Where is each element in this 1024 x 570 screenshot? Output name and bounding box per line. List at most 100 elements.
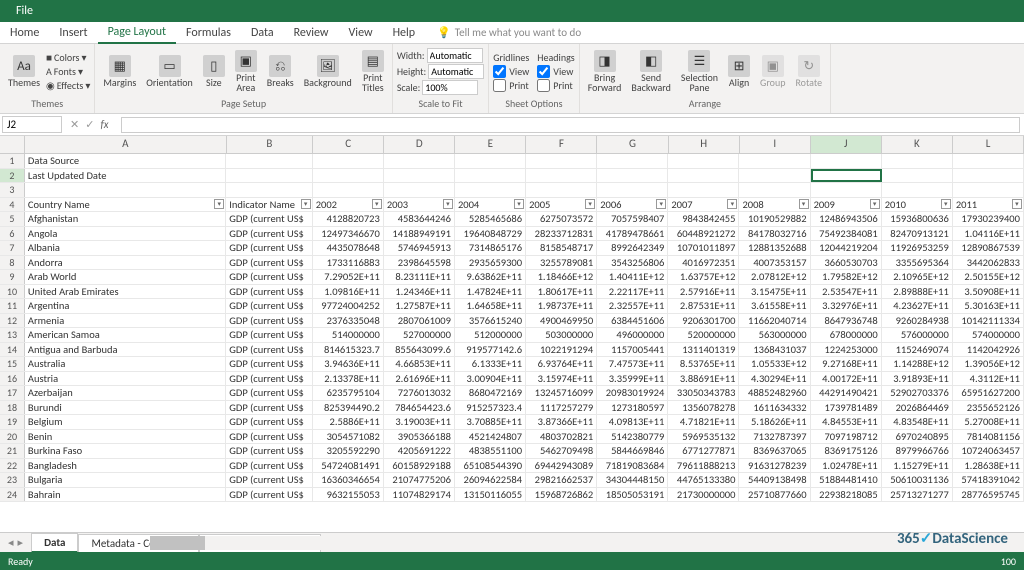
themes-button[interactable]: Aa Themes: [4, 53, 44, 90]
cell[interactable]: 19640848729: [455, 227, 526, 241]
cell[interactable]: 1368431037: [739, 343, 810, 357]
filter-icon[interactable]: ▾: [1012, 199, 1022, 209]
cell[interactable]: 28776595745: [953, 488, 1024, 502]
cell[interactable]: 576000000: [882, 328, 953, 342]
cell[interactable]: 8.53765E+11: [668, 357, 739, 371]
cell[interactable]: 919577142.6: [455, 343, 526, 357]
cell[interactable]: 2398645598: [384, 256, 455, 270]
confirm-icon[interactable]: ✓: [85, 118, 94, 131]
cell[interactable]: GDP (current US$: [226, 415, 312, 429]
cell[interactable]: GDP (current US$: [226, 314, 312, 328]
orientation-button[interactable]: ▭Orientation: [142, 53, 197, 90]
cell[interactable]: 1739781489: [811, 401, 882, 415]
cell[interactable]: 12044219204: [811, 241, 882, 255]
cell[interactable]: 814615323.7: [313, 343, 384, 357]
cell[interactable]: [526, 169, 597, 183]
cell[interactable]: 48852482960: [739, 386, 810, 400]
row-header[interactable]: 1: [0, 154, 25, 168]
column-header[interactable]: J: [811, 136, 882, 153]
column-header[interactable]: H: [669, 136, 740, 153]
cell[interactable]: 82470913121: [882, 227, 953, 241]
cell[interactable]: 1.80617E+11: [526, 285, 597, 299]
cell[interactable]: 7.29052E+11: [313, 270, 384, 284]
filter-icon[interactable]: ▾: [214, 199, 224, 209]
cell[interactable]: GDP (current US$: [226, 386, 312, 400]
cell[interactable]: 4.84553E+11: [811, 415, 882, 429]
cell[interactable]: 503000000: [526, 328, 597, 342]
cell[interactable]: 2.07812E+12: [739, 270, 810, 284]
row-header[interactable]: 4: [0, 198, 25, 212]
cell[interactable]: [25, 183, 226, 197]
align-button[interactable]: ⊞Align: [724, 53, 754, 90]
cell[interactable]: GDP (current US$: [226, 343, 312, 357]
zoom-level[interactable]: 100: [1001, 555, 1016, 568]
cell[interactable]: Belgium: [25, 415, 226, 429]
cell[interactable]: 4803702821: [526, 430, 597, 444]
cell[interactable]: Indicator Name▾: [226, 198, 312, 212]
tab-page-layout[interactable]: Page Layout: [98, 22, 176, 44]
cell[interactable]: 2004▾: [455, 198, 526, 212]
cell[interactable]: 8992642349: [597, 241, 668, 255]
headings-view-checkbox[interactable]: View: [537, 65, 574, 78]
cell[interactable]: 3.32976E+11: [811, 299, 882, 313]
file-tab[interactable]: File: [0, 0, 49, 22]
cell[interactable]: 20983019924: [597, 386, 668, 400]
row-header[interactable]: 7: [0, 241, 25, 255]
cell[interactable]: 8.23111E+11: [384, 270, 455, 284]
scale-select[interactable]: [422, 80, 478, 95]
cell[interactable]: Armenia: [25, 314, 226, 328]
cell[interactable]: 54409138498: [739, 473, 810, 487]
cell[interactable]: 5285465686: [455, 212, 526, 226]
cell[interactable]: [313, 169, 384, 183]
cell[interactable]: 8979966766: [882, 444, 953, 458]
cell[interactable]: GDP (current US$: [226, 357, 312, 371]
cell[interactable]: [455, 183, 526, 197]
cell[interactable]: 3.15475E+11: [739, 285, 810, 299]
cell[interactable]: 3905366188: [384, 430, 455, 444]
group-button[interactable]: ▣Group: [756, 53, 789, 90]
cell[interactable]: 2006▾: [597, 198, 668, 212]
filter-icon[interactable]: ▾: [301, 199, 311, 209]
cell[interactable]: 1311401319: [668, 343, 739, 357]
cell[interactable]: [668, 183, 739, 197]
row-header[interactable]: 15: [0, 357, 25, 371]
cell[interactable]: 1.02478E+11: [811, 459, 882, 473]
tell-me-search[interactable]: 💡Tell me what you want to do: [425, 26, 581, 39]
cell[interactable]: 784654423.6: [384, 401, 455, 415]
cell[interactable]: 9.27168E+11: [811, 357, 882, 371]
row-header[interactable]: 3: [0, 183, 25, 197]
cell[interactable]: 574000000: [953, 328, 1024, 342]
fonts-button[interactable]: A Fonts ▾: [46, 65, 90, 78]
cell[interactable]: 18505053191: [597, 488, 668, 502]
send-backward-button[interactable]: ◧Send Backward: [627, 48, 674, 95]
cell[interactable]: [882, 169, 953, 183]
cell[interactable]: 2935659300: [455, 256, 526, 270]
cell[interactable]: 3.91893E+11: [882, 372, 953, 386]
cell[interactable]: 7276013032: [384, 386, 455, 400]
cell[interactable]: 3.19003E+11: [384, 415, 455, 429]
row-header[interactable]: 16: [0, 372, 25, 386]
cell[interactable]: Azerbaijan: [25, 386, 226, 400]
cell[interactable]: 3576615240: [455, 314, 526, 328]
row-header[interactable]: 5: [0, 212, 25, 226]
cell[interactable]: 1142042926: [953, 343, 1024, 357]
column-header[interactable]: F: [526, 136, 597, 153]
cell[interactable]: 6.93764E+11: [526, 357, 597, 371]
cell[interactable]: Angola: [25, 227, 226, 241]
cell[interactable]: 1.27587E+11: [384, 299, 455, 313]
row-header[interactable]: 14: [0, 343, 25, 357]
cell[interactable]: 17930239400: [953, 212, 1024, 226]
cell[interactable]: [811, 183, 882, 197]
cell[interactable]: [384, 183, 455, 197]
cell[interactable]: 2.61696E+11: [384, 372, 455, 386]
cell[interactable]: 26094622584: [455, 473, 526, 487]
cell[interactable]: Australia: [25, 357, 226, 371]
cell[interactable]: 21074775206: [384, 473, 455, 487]
cell[interactable]: 3442062833: [953, 256, 1024, 270]
print-titles-button[interactable]: ▤Print Titles: [358, 48, 388, 95]
filter-icon[interactable]: ▾: [372, 199, 382, 209]
filter-icon[interactable]: ▾: [443, 199, 453, 209]
cell[interactable]: 2.5886E+11: [313, 415, 384, 429]
cell[interactable]: 1.47824E+11: [455, 285, 526, 299]
cell[interactable]: 75492384081: [811, 227, 882, 241]
